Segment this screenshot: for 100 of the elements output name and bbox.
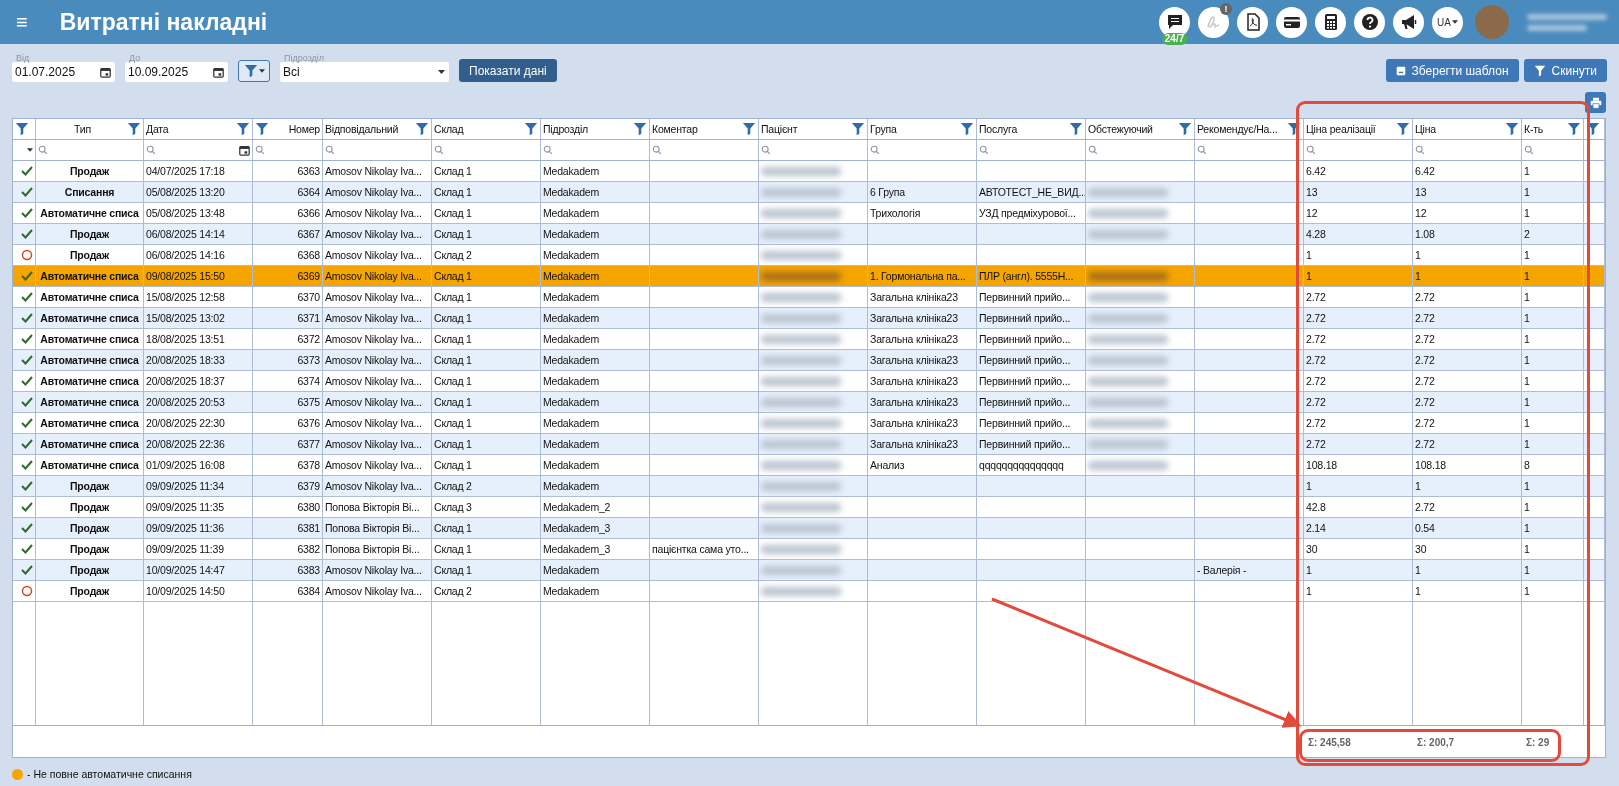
search-icon[interactable] bbox=[870, 145, 880, 155]
table-cell: 6372 bbox=[297, 333, 320, 345]
table-cell: Medakadem bbox=[543, 186, 599, 198]
table-row[interactable]: Продаж 09/09/2025 11:36 6381 Попова Вікторія Ві... Склад 1 Medakadem_3 2.14 0.54 1 bbox=[13, 518, 1605, 539]
search-icon[interactable] bbox=[979, 145, 989, 155]
table-cell: 05/08/2025 13:20 bbox=[146, 186, 225, 198]
filter-icon[interactable] bbox=[742, 122, 756, 136]
column-header[interactable]: Коментар bbox=[652, 123, 742, 135]
table-cell: 13 bbox=[1306, 186, 1318, 198]
column-header[interactable]: Підрозділ bbox=[543, 123, 633, 135]
table-cell: 8 bbox=[1524, 459, 1530, 471]
search-icon[interactable] bbox=[543, 145, 553, 155]
reset-button[interactable]: Скинути bbox=[1523, 59, 1607, 82]
column-header[interactable]: Склад bbox=[434, 123, 524, 135]
filter-icon[interactable] bbox=[1396, 122, 1410, 136]
megaphone-button[interactable] bbox=[1393, 6, 1424, 38]
filter-icon[interactable] bbox=[1287, 122, 1301, 136]
calculator-button[interactable] bbox=[1315, 6, 1346, 38]
table-cell: 20/08/2025 18:37 bbox=[146, 375, 225, 387]
help-button[interactable] bbox=[1354, 6, 1385, 38]
table-row[interactable]: Продаж 06/08/2025 14:14 6367 Amosov Nikolay Iva... Склад 1 Medakadem 4.28 1.08 2 bbox=[13, 224, 1605, 245]
show-data-button[interactable]: Показати дані bbox=[459, 59, 557, 82]
filter-icon[interactable] bbox=[127, 122, 141, 136]
table-cell: 6382 bbox=[297, 543, 320, 555]
search-icon[interactable] bbox=[652, 145, 662, 155]
table-row[interactable]: Автоматичне списа 20/08/2025 18:33 6373 Amosov Nikolay Iva... Склад 1 Medakadem Загальна клініка23 Первинний прийо... 2.72 2.72 1 bbox=[13, 350, 1605, 371]
column-header[interactable]: Ціна bbox=[1415, 123, 1505, 135]
search-icon[interactable] bbox=[1306, 145, 1316, 155]
date-field[interactable]: 01.07.2025 bbox=[12, 62, 115, 82]
signature-button[interactable] bbox=[1198, 6, 1229, 38]
table-cell: 1 bbox=[1524, 375, 1530, 387]
filter-icon[interactable] bbox=[255, 122, 269, 136]
caret-icon[interactable] bbox=[27, 148, 33, 152]
filter-icon[interactable] bbox=[1069, 122, 1083, 136]
date-field[interactable]: 10.09.2025 bbox=[125, 62, 228, 82]
column-header[interactable]: Пацієнт bbox=[761, 123, 851, 135]
filter-icon[interactable] bbox=[851, 122, 865, 136]
table-cell: Загальна клініка23 bbox=[870, 354, 958, 366]
table-cell: 1 bbox=[1524, 396, 1530, 408]
search-icon[interactable] bbox=[761, 145, 771, 155]
table-cell: 2.72 bbox=[1415, 417, 1435, 429]
column-header[interactable]: Номер bbox=[269, 123, 320, 135]
table-cell: 30 bbox=[1415, 543, 1427, 555]
table-cell: Medakadem bbox=[543, 207, 599, 219]
language-code: UA bbox=[1437, 16, 1451, 28]
column-header[interactable]: Тип bbox=[38, 123, 127, 135]
pdf-button[interactable] bbox=[1237, 6, 1268, 38]
table-row[interactable]: Автоматичне списа 09/08/2025 15:50 6369 Amosov Nikolay Iva... Склад 1 Medakadem 1. Гормональна па... ПЛР (англ). 5555Н... 1 1 1 bbox=[13, 266, 1605, 287]
filter-icon[interactable] bbox=[15, 122, 29, 136]
table-cell: Склад 1 bbox=[434, 375, 472, 387]
menu-button[interactable]: ≡ bbox=[10, 10, 34, 34]
print-button[interactable] bbox=[1585, 92, 1606, 113]
table-row[interactable]: Автоматичне списа 15/08/2025 13:02 6371 Amosov Nikolay Iva... Склад 1 Medakadem Загальна клініка23 Первинний прийо... 2.72 2.72 1 bbox=[13, 308, 1605, 329]
filter-icon[interactable] bbox=[1178, 122, 1192, 136]
search-icon[interactable] bbox=[146, 145, 156, 155]
table-cell: Medakadem bbox=[543, 396, 599, 408]
department-dropdown[interactable]: Всі bbox=[280, 62, 449, 82]
table-cell: Автоматичне списа bbox=[40, 291, 139, 303]
calendar-icon[interactable] bbox=[239, 144, 250, 156]
table-cell: 6371 bbox=[297, 312, 320, 324]
filter-icon[interactable] bbox=[1567, 122, 1581, 136]
column-header[interactable]: Рекомендує/На... bbox=[1197, 123, 1287, 135]
column-header[interactable]: Група bbox=[870, 123, 960, 135]
table-cell: Medakadem bbox=[543, 249, 599, 261]
filter-icon[interactable] bbox=[236, 122, 250, 136]
filter-icon[interactable] bbox=[1505, 122, 1519, 136]
column-header[interactable]: Ціна реалізації bbox=[1306, 123, 1396, 135]
column-header[interactable]: Дата bbox=[146, 123, 236, 135]
table-cell: 1 bbox=[1524, 249, 1530, 261]
filter-icon[interactable] bbox=[524, 122, 538, 136]
table-cell: Amosov Nikolay Iva... bbox=[325, 438, 422, 450]
table-cell: Medakadem bbox=[543, 459, 599, 471]
column-header[interactable]: Відповідальний bbox=[325, 123, 415, 135]
column-header[interactable]: К-ть bbox=[1524, 123, 1567, 135]
table-row[interactable]: Автоматичне списа 20/08/2025 22:36 6377 Amosov Nikolay Iva... Склад 1 Medakadem Загальна клініка23 Первинний прийо... 2.72 2.72 1 bbox=[13, 434, 1605, 455]
filter-dropdown-button[interactable] bbox=[238, 60, 270, 82]
card-button[interactable] bbox=[1276, 6, 1307, 38]
language-dropdown[interactable]: UA bbox=[1432, 6, 1463, 38]
table-cell: Amosov Nikolay Iva... bbox=[325, 375, 422, 387]
filter-icon[interactable] bbox=[960, 122, 974, 136]
search-icon[interactable] bbox=[1088, 145, 1098, 155]
search-icon[interactable] bbox=[1415, 145, 1425, 155]
table-row[interactable]: Продаж 09/09/2025 11:34 6379 Amosov Nikolay Iva... Склад 2 Medakadem 1 1 1 bbox=[13, 476, 1605, 497]
table-cell: Склад 2 bbox=[434, 585, 472, 597]
search-icon[interactable] bbox=[1524, 145, 1534, 155]
filter-icon[interactable] bbox=[633, 122, 647, 136]
search-icon[interactable] bbox=[255, 145, 265, 155]
search-icon[interactable] bbox=[434, 145, 444, 155]
table-row[interactable]: Автоматичне списа 20/08/2025 20:53 6375 Amosov Nikolay Iva... Склад 1 Medakadem Загальна клініка23 Первинний прийо... 2.72 2.72 1 bbox=[13, 392, 1605, 413]
column-header[interactable]: Обстежуючий bbox=[1088, 123, 1178, 135]
search-icon[interactable] bbox=[1197, 145, 1207, 155]
column-header[interactable]: Послуга bbox=[979, 123, 1069, 135]
save-template-button[interactable]: Зберегти шаблон bbox=[1385, 59, 1519, 82]
table-row[interactable]: Продаж 10/09/2025 14:47 6383 Amosov Nikolay Iva... Склад 1 Medakadem - Валерія - 1 1 1 bbox=[13, 560, 1605, 581]
search-icon[interactable] bbox=[38, 145, 48, 155]
search-icon[interactable] bbox=[325, 145, 335, 155]
filter-icon[interactable] bbox=[415, 122, 429, 136]
table-row[interactable]: Списання 05/08/2025 13:20 6364 Amosov Nikolay Iva... Склад 1 Medakadem 6 Група АВТОТЕСТ_НЕ_ВИД... 13 13 1 bbox=[13, 182, 1605, 203]
table-row[interactable]: Продаж 10/09/2025 14:50 6384 Amosov Nikolay Iva... Склад 2 Medakadem 1 1 1 bbox=[13, 581, 1605, 602]
table-cell: 6370 bbox=[297, 291, 320, 303]
